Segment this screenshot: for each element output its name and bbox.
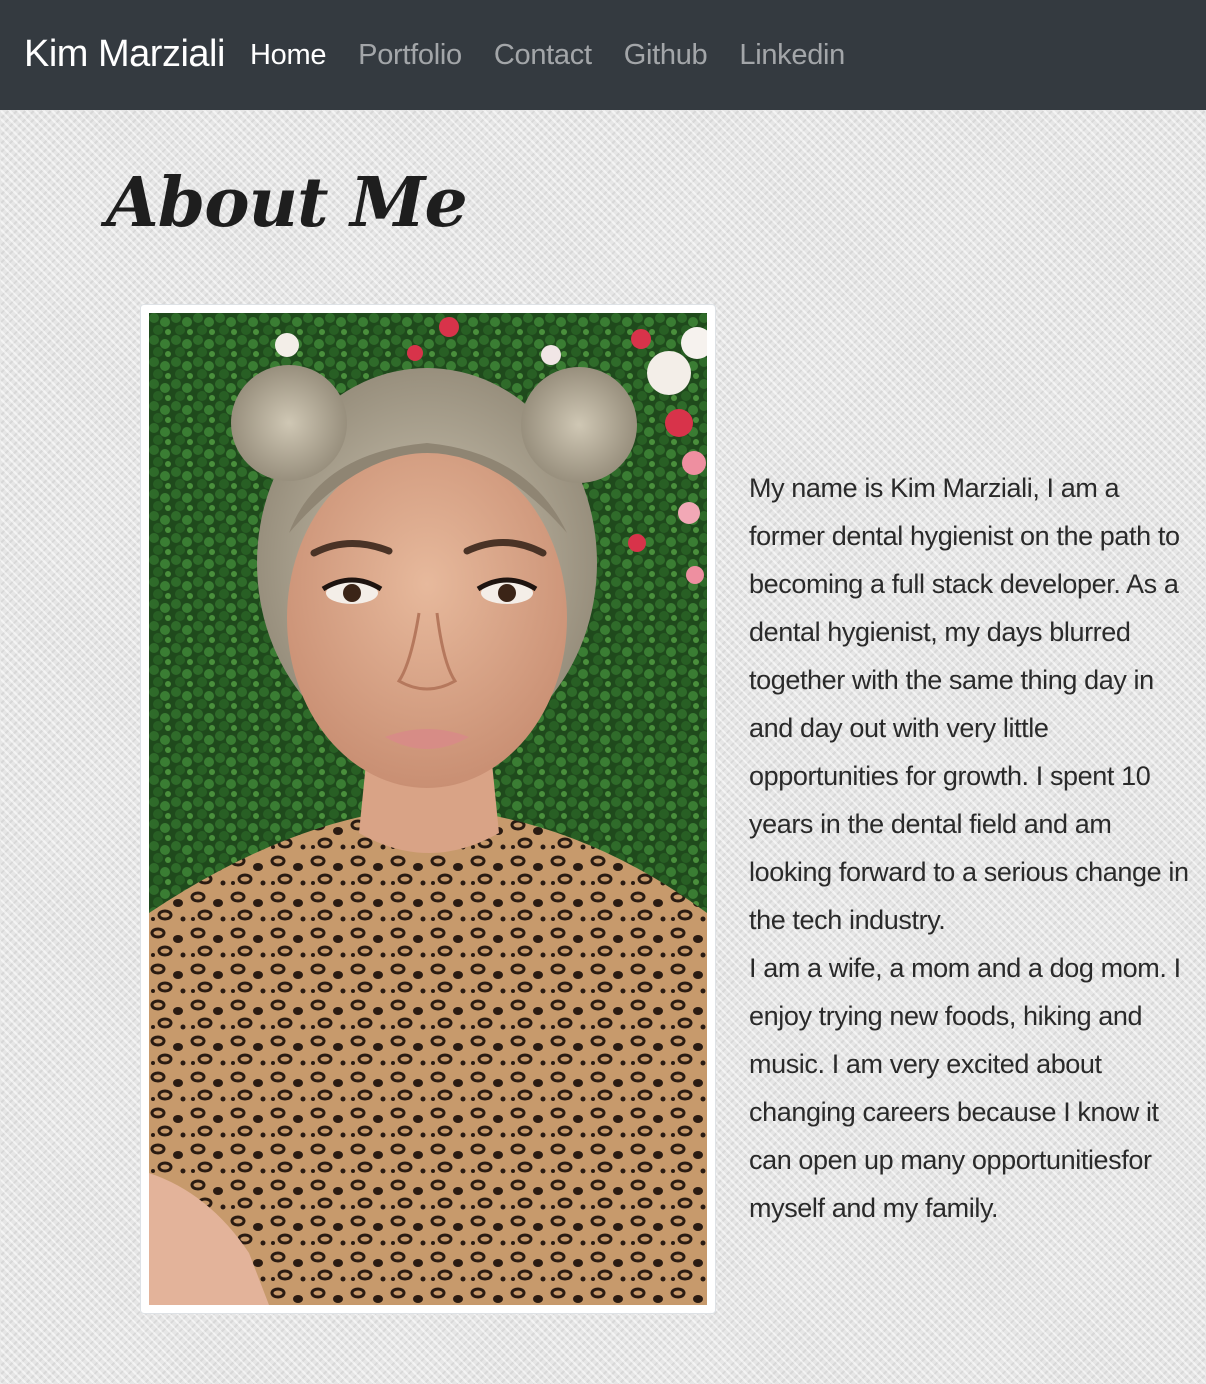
page-title: About Me (106, 163, 468, 243)
nav-links: Home Portfolio Contact Github Linkedin (250, 34, 877, 76)
nav-link-portfolio[interactable]: Portfolio (358, 34, 462, 76)
bio-text: My name is Kim Marziali, I am a former d… (749, 464, 1189, 1232)
bio-paragraph: My name is Kim Marziali, I am a former d… (749, 473, 1189, 935)
nav-link-linkedin[interactable]: Linkedin (739, 34, 845, 76)
brand-link[interactable]: Kim Marziali (24, 30, 225, 78)
bio-paragraph: I am a wife, a mom and a dog mom. I enjo… (749, 953, 1181, 1223)
nav-link-github[interactable]: Github (624, 34, 708, 76)
profile-photo-frame (140, 304, 716, 1314)
nav-link-home[interactable]: Home (250, 34, 326, 76)
profile-photo (149, 313, 707, 1305)
navbar: Kim Marziali Home Portfolio Contact Gith… (0, 0, 1206, 110)
nav-link-contact[interactable]: Contact (494, 34, 592, 76)
